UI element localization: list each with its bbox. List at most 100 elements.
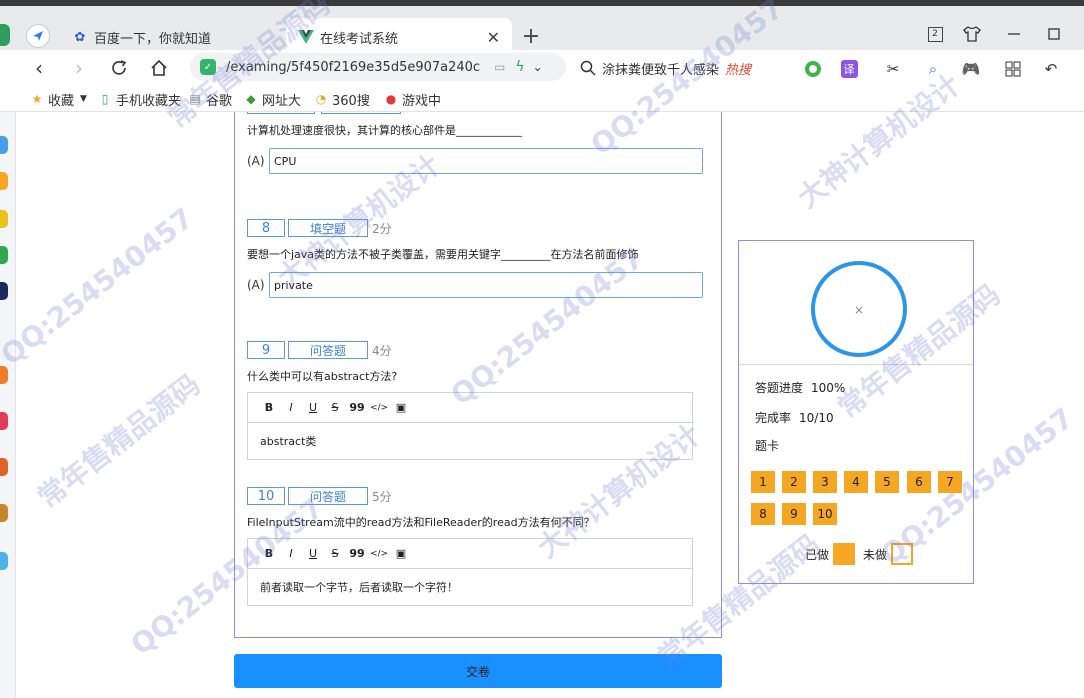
- address-bar[interactable]: ✓ /examing/5f450f2169e35d5e907a240c ▭ ϟ …: [190, 53, 566, 81]
- bold-icon[interactable]: B: [258, 399, 280, 417]
- answer-input[interactable]: CPU: [269, 148, 703, 174]
- answer-card-cell[interactable]: 2: [782, 471, 806, 493]
- image-icon[interactable]: ▣: [390, 545, 412, 563]
- home-icon[interactable]: [146, 56, 172, 80]
- sidebar-extension-icon[interactable]: [0, 24, 10, 46]
- italic-icon[interactable]: I: [280, 545, 302, 563]
- answer-card-cell[interactable]: 1: [751, 471, 775, 493]
- skin-shirt-icon[interactable]: [960, 22, 984, 46]
- forward-icon[interactable]: ›: [66, 56, 92, 80]
- side-app-icon[interactable]: [0, 458, 8, 476]
- navigation-compass-icon[interactable]: [26, 24, 50, 48]
- blockquote-icon[interactable]: 99: [346, 545, 368, 563]
- underline-icon[interactable]: U: [302, 545, 324, 563]
- question-type: 填空题: [288, 219, 368, 237]
- side-app-icon[interactable]: [0, 136, 8, 154]
- progress-value: 100%: [811, 381, 846, 395]
- answer-card-cell[interactable]: 6: [907, 471, 931, 493]
- phone-icon: ▯: [101, 92, 109, 106]
- strikethrough-icon[interactable]: S: [324, 399, 346, 417]
- translate-icon[interactable]: 译: [838, 58, 860, 80]
- completion-value: 10/10: [799, 411, 834, 425]
- editor-content[interactable]: abstract类: [248, 423, 692, 459]
- side-app-icon[interactable]: [0, 412, 8, 430]
- italic-icon[interactable]: I: [280, 399, 302, 417]
- question-score: 4分: [372, 343, 392, 358]
- search360-icon: ◔: [315, 92, 327, 106]
- blockquote-icon[interactable]: 99: [346, 399, 368, 417]
- question-header: 10 问答题 5分: [247, 486, 707, 506]
- green-circle-icon[interactable]: [802, 58, 824, 80]
- side-app-icon[interactable]: [0, 172, 8, 190]
- question-header: 9 问答题 4分: [247, 340, 707, 360]
- search-box[interactable]: 涂抹粪便致千人感染 热搜: [580, 54, 790, 82]
- answer-card-cell[interactable]: 4: [844, 471, 868, 493]
- side-app-icon[interactable]: [0, 282, 8, 300]
- close-tab-icon[interactable]: ✕: [487, 28, 500, 47]
- underline-icon[interactable]: U: [302, 399, 324, 417]
- code-icon[interactable]: </>: [368, 545, 390, 563]
- side-app-icon[interactable]: [0, 504, 8, 522]
- rich-text-editor[interactable]: B I U S 99 </> ▣ 前者读取一个字节，后者读取一个字符！: [247, 538, 693, 606]
- vue-icon: [298, 29, 314, 45]
- submit-exam-button[interactable]: 交卷: [234, 654, 722, 688]
- tab-count-badge[interactable]: 2: [926, 22, 944, 46]
- chevron-down-icon[interactable]: ⌄: [533, 60, 543, 74]
- apps-grid-icon[interactable]: [1002, 58, 1024, 80]
- legend-undone-swatch: [891, 543, 914, 565]
- answer-card-cell[interactable]: 9: [782, 503, 806, 525]
- bookmark-360[interactable]: ◔ 360搜: [314, 90, 370, 109]
- bookmark-mobile[interactable]: ▯ 手机收藏夹: [98, 90, 181, 109]
- side-app-icon[interactable]: [0, 246, 8, 264]
- question-type: 问答题: [288, 341, 368, 359]
- completion-label: 完成率: [755, 411, 792, 425]
- editor-content[interactable]: 前者读取一个字节，后者读取一个字符！: [248, 569, 692, 605]
- reload-icon[interactable]: [106, 56, 132, 80]
- star-icon: ★: [31, 92, 43, 106]
- progress-label: 答题进度: [755, 381, 804, 395]
- image-icon[interactable]: ▣: [390, 399, 412, 417]
- lightning-icon[interactable]: ϟ: [515, 59, 524, 75]
- exam-page: 计算机处理速度很快，其计算的核心部件是____________ (A) CPU …: [16, 112, 1084, 698]
- bookmark-google[interactable]: ▤ 谷歌: [188, 90, 232, 109]
- minimize-icon[interactable]: [1002, 22, 1026, 46]
- hot-search-badge: 热搜: [725, 62, 752, 78]
- editor-toolbar: B I U S 99 </> ▣: [248, 393, 692, 423]
- answer-card-label: 题卡: [755, 439, 780, 453]
- side-app-icon[interactable]: [0, 366, 8, 384]
- question-number-chip-partial: [247, 112, 315, 114]
- maximize-icon[interactable]: [1042, 22, 1066, 46]
- bold-icon[interactable]: B: [258, 545, 280, 563]
- answer-input[interactable]: private: [269, 272, 703, 298]
- scissors-icon[interactable]: ✂: [882, 58, 904, 80]
- rich-text-editor[interactable]: B I U S 99 </> ▣ abstract类: [247, 392, 693, 460]
- back-icon[interactable]: ‹: [26, 56, 52, 80]
- answer-card-cell[interactable]: 8: [751, 503, 775, 525]
- bookmark-sites[interactable]: ◆ 网址大: [244, 90, 301, 109]
- bookmark-favorites[interactable]: ★ 收藏 ▼: [30, 90, 87, 109]
- question-text: 计算机处理速度很快，其计算的核心部件是____________: [247, 124, 522, 137]
- ring-center-text: ×: [854, 303, 864, 317]
- undo-icon[interactable]: ↶: [1040, 58, 1062, 80]
- answer-card-cell[interactable]: 3: [813, 471, 837, 493]
- search-icon: [580, 60, 596, 76]
- side-app-icon[interactable]: [0, 552, 8, 570]
- answer-card-cell[interactable]: 7: [938, 471, 962, 493]
- browser-toolbar: ‹ › ✓ /examing/5f450f2169e35d5e907a240c …: [0, 50, 1084, 86]
- question-8: 8 填空题 2分 要想一个java类的方法不被子类覆盖，需要用关键字______…: [247, 218, 707, 298]
- tab-label: 在线考试系统: [320, 31, 399, 47]
- caret-down-icon: ▼: [80, 94, 87, 104]
- side-app-icon[interactable]: [0, 210, 8, 228]
- answer-card-cell[interactable]: 10: [813, 503, 837, 525]
- security-shield-icon: ✓: [200, 59, 216, 75]
- new-tab-button[interactable]: +: [518, 22, 544, 50]
- magnifier-icon[interactable]: ⌕: [922, 58, 944, 80]
- legend-done-swatch: [833, 543, 856, 565]
- bookmark-games[interactable]: ● 游戏中: [384, 90, 441, 109]
- exam-question-panel[interactable]: 计算机处理速度很快，其计算的核心部件是____________ (A) CPU …: [234, 112, 722, 638]
- code-icon[interactable]: </>: [368, 399, 390, 417]
- gamepad-icon[interactable]: 🎮: [960, 58, 982, 80]
- strikethrough-icon[interactable]: S: [324, 545, 346, 563]
- answer-card-cell[interactable]: 5: [875, 471, 899, 493]
- question-9: 9 问答题 4分 什么类中可以有abstract方法? B I U S 99 <…: [247, 340, 707, 460]
